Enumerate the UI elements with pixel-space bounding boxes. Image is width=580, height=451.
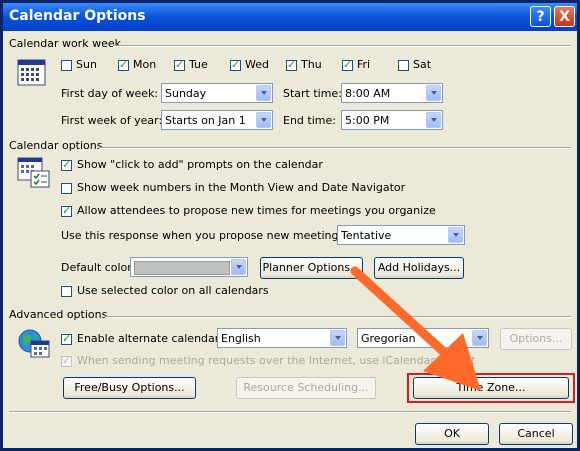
calendar-type-value: Gregorian (361, 332, 416, 345)
start-time-value: 8:00 AM (345, 87, 391, 100)
end-time-label: End time: (283, 114, 336, 127)
chevron-down-icon[interactable] (426, 112, 441, 128)
planner-options-button[interactable]: Planner Options... (260, 257, 363, 279)
alternate-options-button[interactable]: Options... (500, 328, 572, 350)
first-week-select[interactable]: Starts on Jan 1 (161, 110, 273, 130)
time-zone-highlight-box (407, 373, 575, 403)
checkbox[interactable] (118, 58, 129, 71)
first-day-select[interactable]: Sunday (161, 83, 273, 103)
alternate-calendar-select[interactable]: Gregorian (357, 328, 489, 348)
alternate-language-select[interactable]: English (217, 328, 347, 348)
response-select[interactable]: Tentative (337, 225, 465, 245)
globe-calendar-icon (18, 329, 50, 358)
chevron-down-icon[interactable] (256, 112, 271, 128)
chevron-down-icon[interactable] (256, 85, 271, 101)
checkbox[interactable] (61, 183, 72, 194)
option-label: Use selected color on all calendars (77, 284, 269, 297)
end-time-select[interactable]: 5:00 PM (341, 110, 443, 130)
work-week-divider (113, 45, 571, 47)
day-label: Thu (301, 58, 322, 71)
checkbox[interactable] (61, 204, 72, 217)
day-label: Sat (413, 58, 432, 71)
checkbox[interactable] (174, 58, 185, 71)
chevron-down-icon[interactable] (472, 330, 487, 346)
language-value: English (221, 332, 261, 345)
start-time-select[interactable]: 8:00 AM (341, 83, 443, 103)
checkbox[interactable] (230, 58, 241, 71)
checkbox[interactable] (61, 354, 72, 367)
calendar-options-header: Calendar options (9, 139, 103, 152)
day-label: Fri (357, 58, 371, 71)
dialog-title: Calendar Options (9, 8, 146, 24)
checkbox[interactable] (61, 286, 72, 297)
option-label: Show "click to add" prompts on the calen… (77, 158, 323, 171)
calendar-options-dialog: Calendar Options ? X Calendar work week … (0, 0, 580, 451)
resource-scheduling-button[interactable]: Resource Scheduling... (236, 377, 376, 399)
cancel-button[interactable]: Cancel (499, 423, 573, 445)
work-week-header: Calendar work week (9, 37, 121, 50)
option-label: When sending meeting requests over the I… (77, 354, 476, 367)
option-label: Allow attendees to propose new times for… (77, 204, 436, 217)
first-week-label: First week of year: (61, 114, 163, 127)
footer-divider (9, 411, 571, 413)
response-value: Tentative (341, 229, 392, 242)
checkbox[interactable] (61, 158, 72, 171)
close-button[interactable]: X (554, 6, 575, 27)
default-color-select[interactable] (130, 257, 248, 277)
checkbox[interactable] (398, 60, 409, 71)
chevron-down-icon[interactable] (448, 227, 463, 243)
first-day-value: Sunday (165, 87, 207, 100)
help-button[interactable]: ? (530, 6, 551, 27)
advanced-options-divider (105, 316, 571, 318)
default-color-label: Default color: (61, 261, 136, 274)
option-label: Show week numbers in the Month View and … (77, 181, 406, 194)
chevron-down-icon[interactable] (231, 259, 246, 275)
first-week-value: Starts on Jan 1 (165, 114, 246, 127)
start-time-label: Start time: (283, 87, 342, 100)
calendar-options-divider (99, 147, 571, 149)
day-label: Sun (76, 58, 97, 71)
option-label: Enable alternate calendar: (77, 332, 223, 345)
chevron-down-icon[interactable] (330, 330, 345, 346)
add-holidays-button[interactable]: Add Holidays... (374, 257, 464, 279)
day-label: Wed (245, 58, 269, 71)
checkbox[interactable] (286, 58, 297, 71)
first-day-label: First day of week: (61, 87, 159, 100)
free-busy-options-button[interactable]: Free/Busy Options... (63, 377, 196, 399)
response-label: Use this response when you propose new m… (61, 229, 377, 242)
end-time-value: 5:00 PM (345, 114, 390, 127)
title-bar: Calendar Options ? X (3, 3, 577, 31)
day-label: Mon (133, 58, 157, 71)
advanced-options-header: Advanced options (9, 308, 108, 321)
checkbox[interactable] (342, 58, 353, 71)
calendar-checklist-icon (17, 157, 50, 188)
ok-button[interactable]: OK (415, 423, 489, 445)
color-swatch (134, 261, 230, 275)
chevron-down-icon[interactable] (426, 85, 441, 101)
checkbox[interactable] (61, 332, 72, 345)
calendar-grid-icon (17, 59, 46, 86)
checkbox[interactable] (61, 60, 72, 71)
day-label: Tue (189, 58, 208, 71)
